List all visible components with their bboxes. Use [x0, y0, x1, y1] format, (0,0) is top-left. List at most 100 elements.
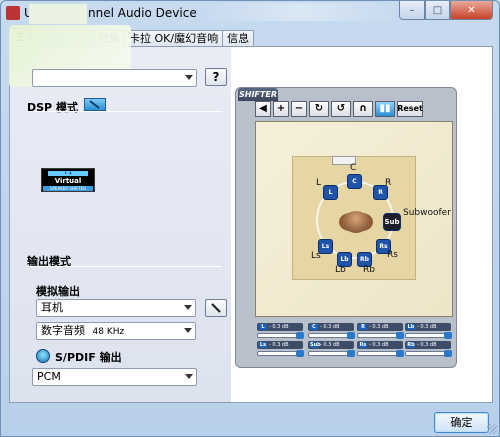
digital-audio-select[interactable]: 数字音频 48 KHz — [36, 322, 196, 340]
meter-slider[interactable] — [405, 332, 452, 339]
meter-left[interactable]: L- 0.3 dB — [257, 323, 304, 339]
chevron-down-icon — [184, 305, 192, 310]
speaker-subwoofer[interactable]: Sub — [383, 213, 401, 231]
meter-right-surround[interactable]: Rs - 0.3 dB — [357, 341, 404, 357]
sample-rate-value: 48 KHz — [92, 327, 125, 337]
slider-thumb[interactable] — [296, 332, 304, 339]
minimize-button[interactable]: – — [399, 1, 425, 20]
meter-value: - 0.3 dB — [417, 324, 437, 330]
help-button[interactable]: ? — [205, 68, 227, 86]
title-bar: U nnel Audio Device – □ ✕ — [1, 1, 499, 27]
meter-center[interactable]: C- 0.3 dB — [308, 323, 355, 339]
maximize-button[interactable]: □ — [425, 1, 450, 20]
shifter-toolbar: ◀ + − ↻ ↺ ∩ ▮▮ Reset — [255, 101, 423, 117]
meter-slider[interactable] — [257, 350, 304, 357]
reset-button[interactable]: Reset — [397, 101, 423, 117]
meter-left-back[interactable]: Lb - 0.3 dB — [405, 323, 452, 339]
speaker-volume-icon[interactable]: ◀ — [255, 101, 271, 117]
shifter-tab: SHIFTER — [238, 88, 278, 101]
digital-audio-value: 数字音频 — [41, 324, 85, 337]
slider-thumb[interactable] — [444, 332, 452, 339]
zoom-in-icon[interactable]: + — [273, 101, 289, 117]
meter-channel: Lb — [407, 324, 415, 330]
rotate-counterclockwise-icon[interactable]: ↺ — [331, 101, 351, 117]
speaker-center-label: C — [350, 163, 357, 173]
meter-value: - 0.3 dB — [369, 324, 389, 330]
meter-slider[interactable] — [257, 332, 304, 339]
slider-thumb[interactable] — [347, 350, 355, 357]
speaker-right-surround-label: Rs — [387, 250, 398, 260]
meter-slider[interactable] — [405, 350, 452, 357]
meter-channel: L — [259, 324, 267, 330]
meter-channel: R — [359, 324, 367, 330]
meter-value: - 0.3 dB — [320, 324, 340, 330]
slider-thumb[interactable] — [396, 350, 404, 357]
speaker-left-back-label: Lb — [335, 265, 346, 275]
meter-value: - 0.3 dB — [369, 342, 389, 348]
virtual-logo-subtext: SPEAKER SHIFTER — [43, 186, 93, 191]
meter-channel: Sub — [310, 342, 321, 348]
resize-grip-icon[interactable] — [487, 424, 497, 434]
spdif-toggle-icon[interactable] — [36, 349, 50, 363]
meter-channel: Ls — [259, 342, 267, 348]
device-select[interactable] — [32, 69, 197, 87]
speaker-right-label: R — [385, 178, 392, 188]
meter-value: - 0.3 dB — [320, 342, 340, 348]
analog-settings-button[interactable] — [205, 299, 227, 317]
dsp-mode-button[interactable] — [84, 98, 106, 111]
chevron-down-icon — [185, 374, 193, 379]
tab-info[interactable]: 信息 — [222, 30, 255, 47]
meter-value: - 0.3 dB — [417, 342, 437, 348]
spdif-format-value: PCM — [37, 370, 61, 383]
meter-value: - 0.3 dB — [269, 324, 289, 330]
meter-slider[interactable] — [308, 350, 355, 357]
audio-device-window: U nnel Audio Device – □ ✕ 主 效果 卡拉 OK/魔幻音… — [0, 0, 500, 437]
speaker-mode-icon[interactable]: ▮▮ — [375, 101, 395, 117]
meter-subwoofer[interactable]: Sub- 0.3 dB — [308, 341, 355, 357]
tool-icon — [211, 303, 221, 313]
dsp-mode-label: DSP 模式 — [27, 101, 78, 114]
spdif-output-label: S/PDIF 输出 — [55, 351, 122, 364]
slider-thumb[interactable] — [296, 350, 304, 357]
meter-slider[interactable] — [308, 332, 355, 339]
speaker-right-back-label: Rb — [363, 265, 375, 275]
speaker-subwoofer-label: Subwoofer — [403, 208, 451, 218]
app-icon — [6, 6, 20, 20]
analog-output-value: 耳机 — [41, 301, 63, 314]
speaker-center[interactable]: C — [347, 174, 362, 189]
window-controls: – □ ✕ — [399, 1, 493, 20]
ok-button[interactable]: 确定 — [434, 412, 489, 433]
speaker-left[interactable]: L — [323, 185, 338, 200]
meter-slider[interactable] — [357, 332, 404, 339]
slider-thumb[interactable] — [444, 350, 452, 357]
spdif-format-select[interactable]: PCM — [32, 368, 197, 386]
speaker-left-label: L — [316, 178, 322, 188]
meter-channel: Rb — [407, 342, 415, 348]
meter-left-surround[interactable]: Ls - 0.3 dB — [257, 341, 304, 357]
close-button[interactable]: ✕ — [450, 1, 493, 20]
tool-icon — [89, 100, 100, 109]
virtual-logo-text: Virtual — [54, 177, 82, 185]
zoom-out-icon[interactable]: − — [291, 101, 307, 117]
meter-right-back[interactable]: Rb - 0.3 dB — [405, 341, 452, 357]
meter-channel: Rs — [359, 342, 367, 348]
analog-output-select[interactable]: 耳机 — [36, 299, 196, 317]
chevron-down-icon — [185, 75, 193, 80]
tab-karaoke[interactable]: 卡拉 OK/魔幻音响 — [124, 30, 224, 47]
chevron-down-icon — [184, 328, 192, 333]
meter-value: - 0.3 dB — [269, 342, 289, 348]
redacted-region — [29, 4, 87, 24]
analog-output-label: 模拟输出 — [36, 285, 80, 298]
slider-thumb[interactable] — [396, 332, 404, 339]
meter-slider[interactable] — [357, 350, 404, 357]
virtual-logo-number: 7.1 — [48, 171, 88, 176]
meter-right[interactable]: R- 0.3 dB — [357, 323, 404, 339]
slider-thumb[interactable] — [347, 332, 355, 339]
virtual-speaker-shifter-logo: 7.1 Virtual SPEAKER SHIFTER — [41, 168, 95, 192]
meter-channel: C — [310, 324, 318, 330]
listener-head-icon — [343, 211, 369, 233]
headphone-icon[interactable]: ∩ — [353, 101, 373, 117]
speaker-left-surround-label: Ls — [311, 251, 321, 261]
output-divider — [27, 266, 222, 267]
rotate-clockwise-icon[interactable]: ↻ — [309, 101, 329, 117]
